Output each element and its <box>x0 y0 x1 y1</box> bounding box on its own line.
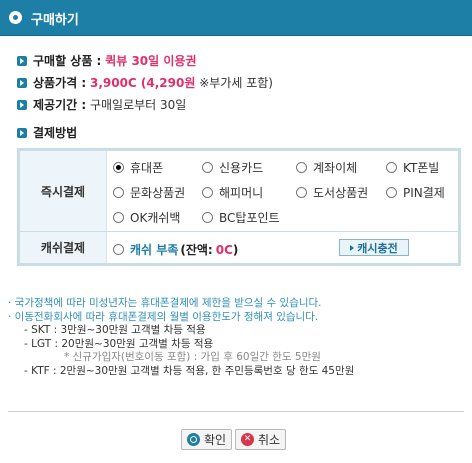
instant-payment-row: 즉시결제 휴대폰 신용카드 계좌이체 KT폰빌 문화상품권 해피머니 도서상품권 <box>20 151 458 232</box>
arrow-bullet-icon <box>17 100 27 110</box>
title-bullet-icon <box>9 11 22 24</box>
note-lgt-new-subscriber: * 신규가입자(번호이동 포함) : 가입 후 60일간 한도 5만원 <box>64 351 321 364</box>
option-culture-voucher[interactable]: 문화상품권 <box>113 184 185 201</box>
option-happymoney[interactable]: 해피머니 <box>202 184 263 201</box>
option-bank-transfer[interactable]: 계좌이체 <box>296 159 357 176</box>
page-title: 구매하기 <box>31 13 79 28</box>
payment-notes: · 국가정책에 따라 미성년자는 휴대폰결제에 제한을 받으실 수 있습니다. … <box>8 297 354 379</box>
note-skt: - SKT : 3만원~30만원 고객별 차등 적용 <box>24 324 206 337</box>
cash-balance-close: ) <box>232 242 239 257</box>
option-credit-card[interactable]: 신용카드 <box>202 159 263 176</box>
option-book-voucher[interactable]: 도서상품권 <box>296 184 368 201</box>
cash-charge-label: 캐시충전 <box>357 241 398 255</box>
option-bc-top-point-label: BC탑포인트 <box>219 211 280 225</box>
note-ktf: - KTF : 2만원~30만원 고객별 차등 적용, 한 주민등록번호 당 한… <box>24 364 355 377</box>
note-monthly-limit: · 이동전화회사에 따라 휴대폰결제의 월별 이용한도가 정해져 있습니다. <box>8 310 319 323</box>
product-price-row: 상품가격 : 3,900C (4,290원 ※부가세 포함) <box>33 74 273 91</box>
product-name-row: 구매할 상품 : 퀵뷰 30일 이용권 <box>33 52 196 69</box>
radio-credit-card[interactable] <box>202 162 213 173</box>
confirm-button[interactable]: 확인 <box>181 429 233 450</box>
instant-payment-label: 즉시결제 <box>20 151 107 231</box>
divider <box>8 411 464 412</box>
option-bank-transfer-label: 계좌이체 <box>313 161 358 175</box>
note-lgt: - LGT : 20만원~30만원 고객별 차등 적용 <box>24 337 214 350</box>
product-period-row: 제공기간 : 구매일로부터 30일 <box>33 96 186 113</box>
radio-happymoney[interactable] <box>202 187 213 198</box>
radio-mobile[interactable] <box>113 162 124 173</box>
arrow-bullet-icon <box>17 128 27 138</box>
product-price-note: ※부가세 포함) <box>199 76 273 90</box>
title-bar: 구매하기 <box>0 0 472 36</box>
payment-method-box: 즉시결제 휴대폰 신용카드 계좌이체 KT폰빌 문화상품권 해피머니 도서상품권 <box>17 148 461 266</box>
cancel-label: 취소 <box>258 433 281 447</box>
product-price-label: 상품가격 : <box>33 76 87 90</box>
cash-charge-button[interactable]: 캐시충전 <box>339 239 409 256</box>
confirm-label: 확인 <box>204 433 227 447</box>
radio-bank-transfer[interactable] <box>296 162 307 173</box>
radio-culture-voucher[interactable] <box>113 187 124 198</box>
cash-option-label: 캐쉬 부족 <box>130 243 179 257</box>
option-culture-voucher-label: 문화상품권 <box>130 186 186 200</box>
radio-book-voucher[interactable] <box>296 187 307 198</box>
cash-payment-row: 캐쉬결제 캐쉬 부족 (잔액: 0C ) 캐시충전 <box>20 232 458 263</box>
arrow-right-icon <box>350 244 355 251</box>
option-credit-card-label: 신용카드 <box>219 161 264 175</box>
cancel-icon: ✕ <box>241 433 254 446</box>
note-minor-restriction: · 국가정책에 따라 미성년자는 휴대폰결제에 제한을 받으실 수 있습니다. <box>8 297 322 309</box>
option-kt-phonebill-label: KT폰빌 <box>403 161 440 175</box>
option-pin[interactable]: PIN결제 <box>386 184 445 201</box>
radio-cash[interactable] <box>113 244 124 255</box>
option-pin-label: PIN결제 <box>403 186 445 200</box>
radio-pin[interactable] <box>386 187 397 198</box>
option-happymoney-label: 해피머니 <box>219 186 264 200</box>
arrow-bullet-icon <box>17 78 27 88</box>
payment-method-title: 결제방법 <box>33 126 78 140</box>
product-period-value: 구매일로부터 30일 <box>89 98 187 112</box>
option-ok-cashbag[interactable]: OK캐쉬백 <box>113 209 180 226</box>
option-cash[interactable]: 캐쉬 부족 (잔액: 0C ) <box>113 241 238 258</box>
product-name-label: 구매할 상품 : <box>33 54 102 68</box>
radio-kt-phonebill[interactable] <box>386 162 397 173</box>
cash-payment-label: 캐쉬결제 <box>20 232 107 263</box>
arrow-bullet-icon <box>17 56 27 66</box>
cash-balance-label: (잔액: <box>180 243 213 257</box>
radio-bc-top-point[interactable] <box>202 212 213 223</box>
option-mobile-label: 휴대폰 <box>130 161 164 175</box>
option-ok-cashbag-label: OK캐쉬백 <box>130 211 181 225</box>
cancel-button[interactable]: ✕ 취소 <box>235 429 287 450</box>
option-book-voucher-label: 도서상품권 <box>313 186 369 200</box>
option-kt-phonebill[interactable]: KT폰빌 <box>386 159 439 176</box>
option-bc-top-point[interactable]: BC탑포인트 <box>202 209 280 226</box>
cash-balance-value: 0C <box>215 242 233 257</box>
product-name-value: 퀵뷰 30일 이용권 <box>105 54 197 68</box>
option-mobile[interactable]: 휴대폰 <box>113 159 163 176</box>
product-price-value: 3,900C (4,290원 <box>89 76 196 90</box>
confirm-icon <box>187 433 200 446</box>
product-period-label: 제공기간 : <box>33 98 87 112</box>
radio-ok-cashbag[interactable] <box>113 212 124 223</box>
